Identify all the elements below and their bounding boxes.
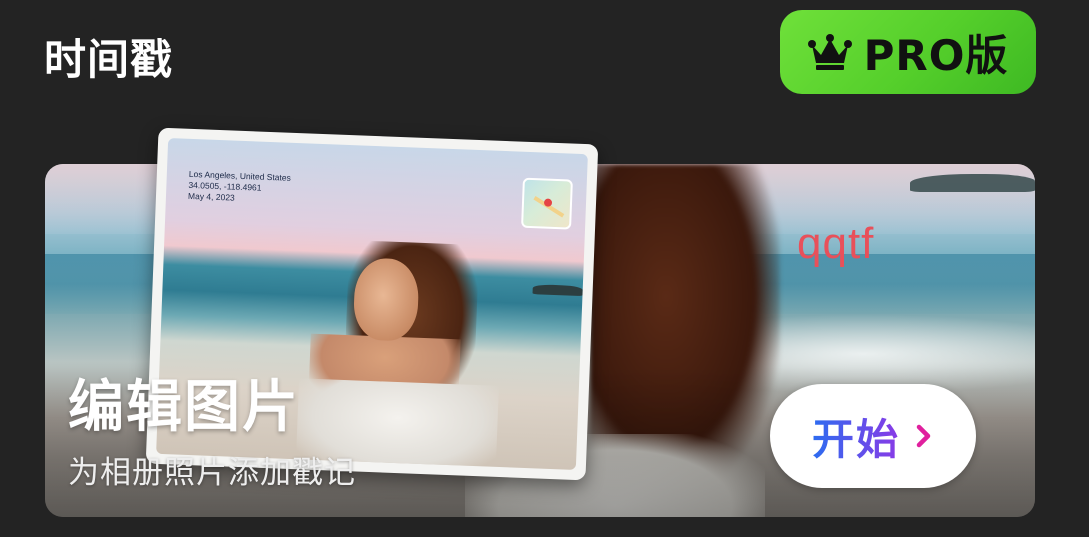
photo-island <box>532 284 583 297</box>
crown-icon <box>807 33 852 71</box>
photo-timestamp: Los Angeles, United States 34.0505, -118… <box>188 169 291 206</box>
chevron-right-icon <box>914 422 934 450</box>
banner-title: 编辑图片 <box>68 375 300 440</box>
page-title: 时间戳 <box>44 35 174 84</box>
pro-button-label: PRO版 <box>863 30 1009 80</box>
photo-person-face <box>352 257 420 342</box>
banner-background-island <box>910 174 1035 192</box>
map-thumbnail-icon <box>521 177 573 230</box>
watermark-text: qqtf <box>797 219 875 268</box>
pro-upgrade-button[interactable]: PRO版 <box>780 10 1036 94</box>
banner-subtitle: 为相册照片添加戳记 <box>68 455 356 491</box>
start-button[interactable]: 开始 <box>770 384 976 488</box>
start-button-label: 开始 <box>812 406 900 467</box>
